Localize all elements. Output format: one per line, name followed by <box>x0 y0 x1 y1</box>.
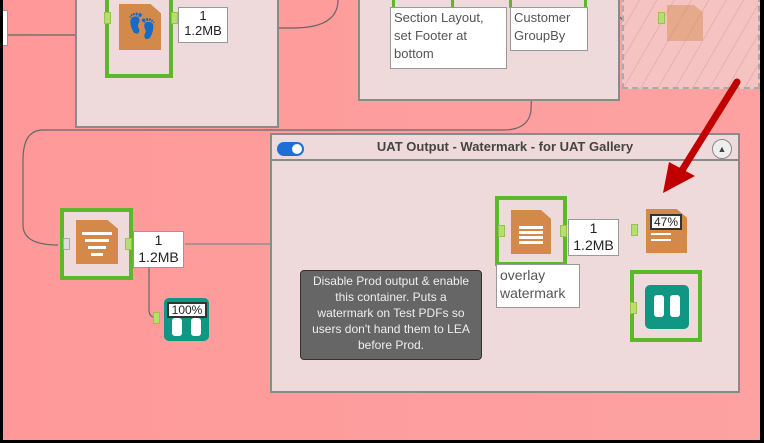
workflow-canvas[interactable]: 👣 1 1.2MB Section Layout, set Footer at … <box>3 0 760 440</box>
red-arrow-annotation <box>663 78 741 193</box>
